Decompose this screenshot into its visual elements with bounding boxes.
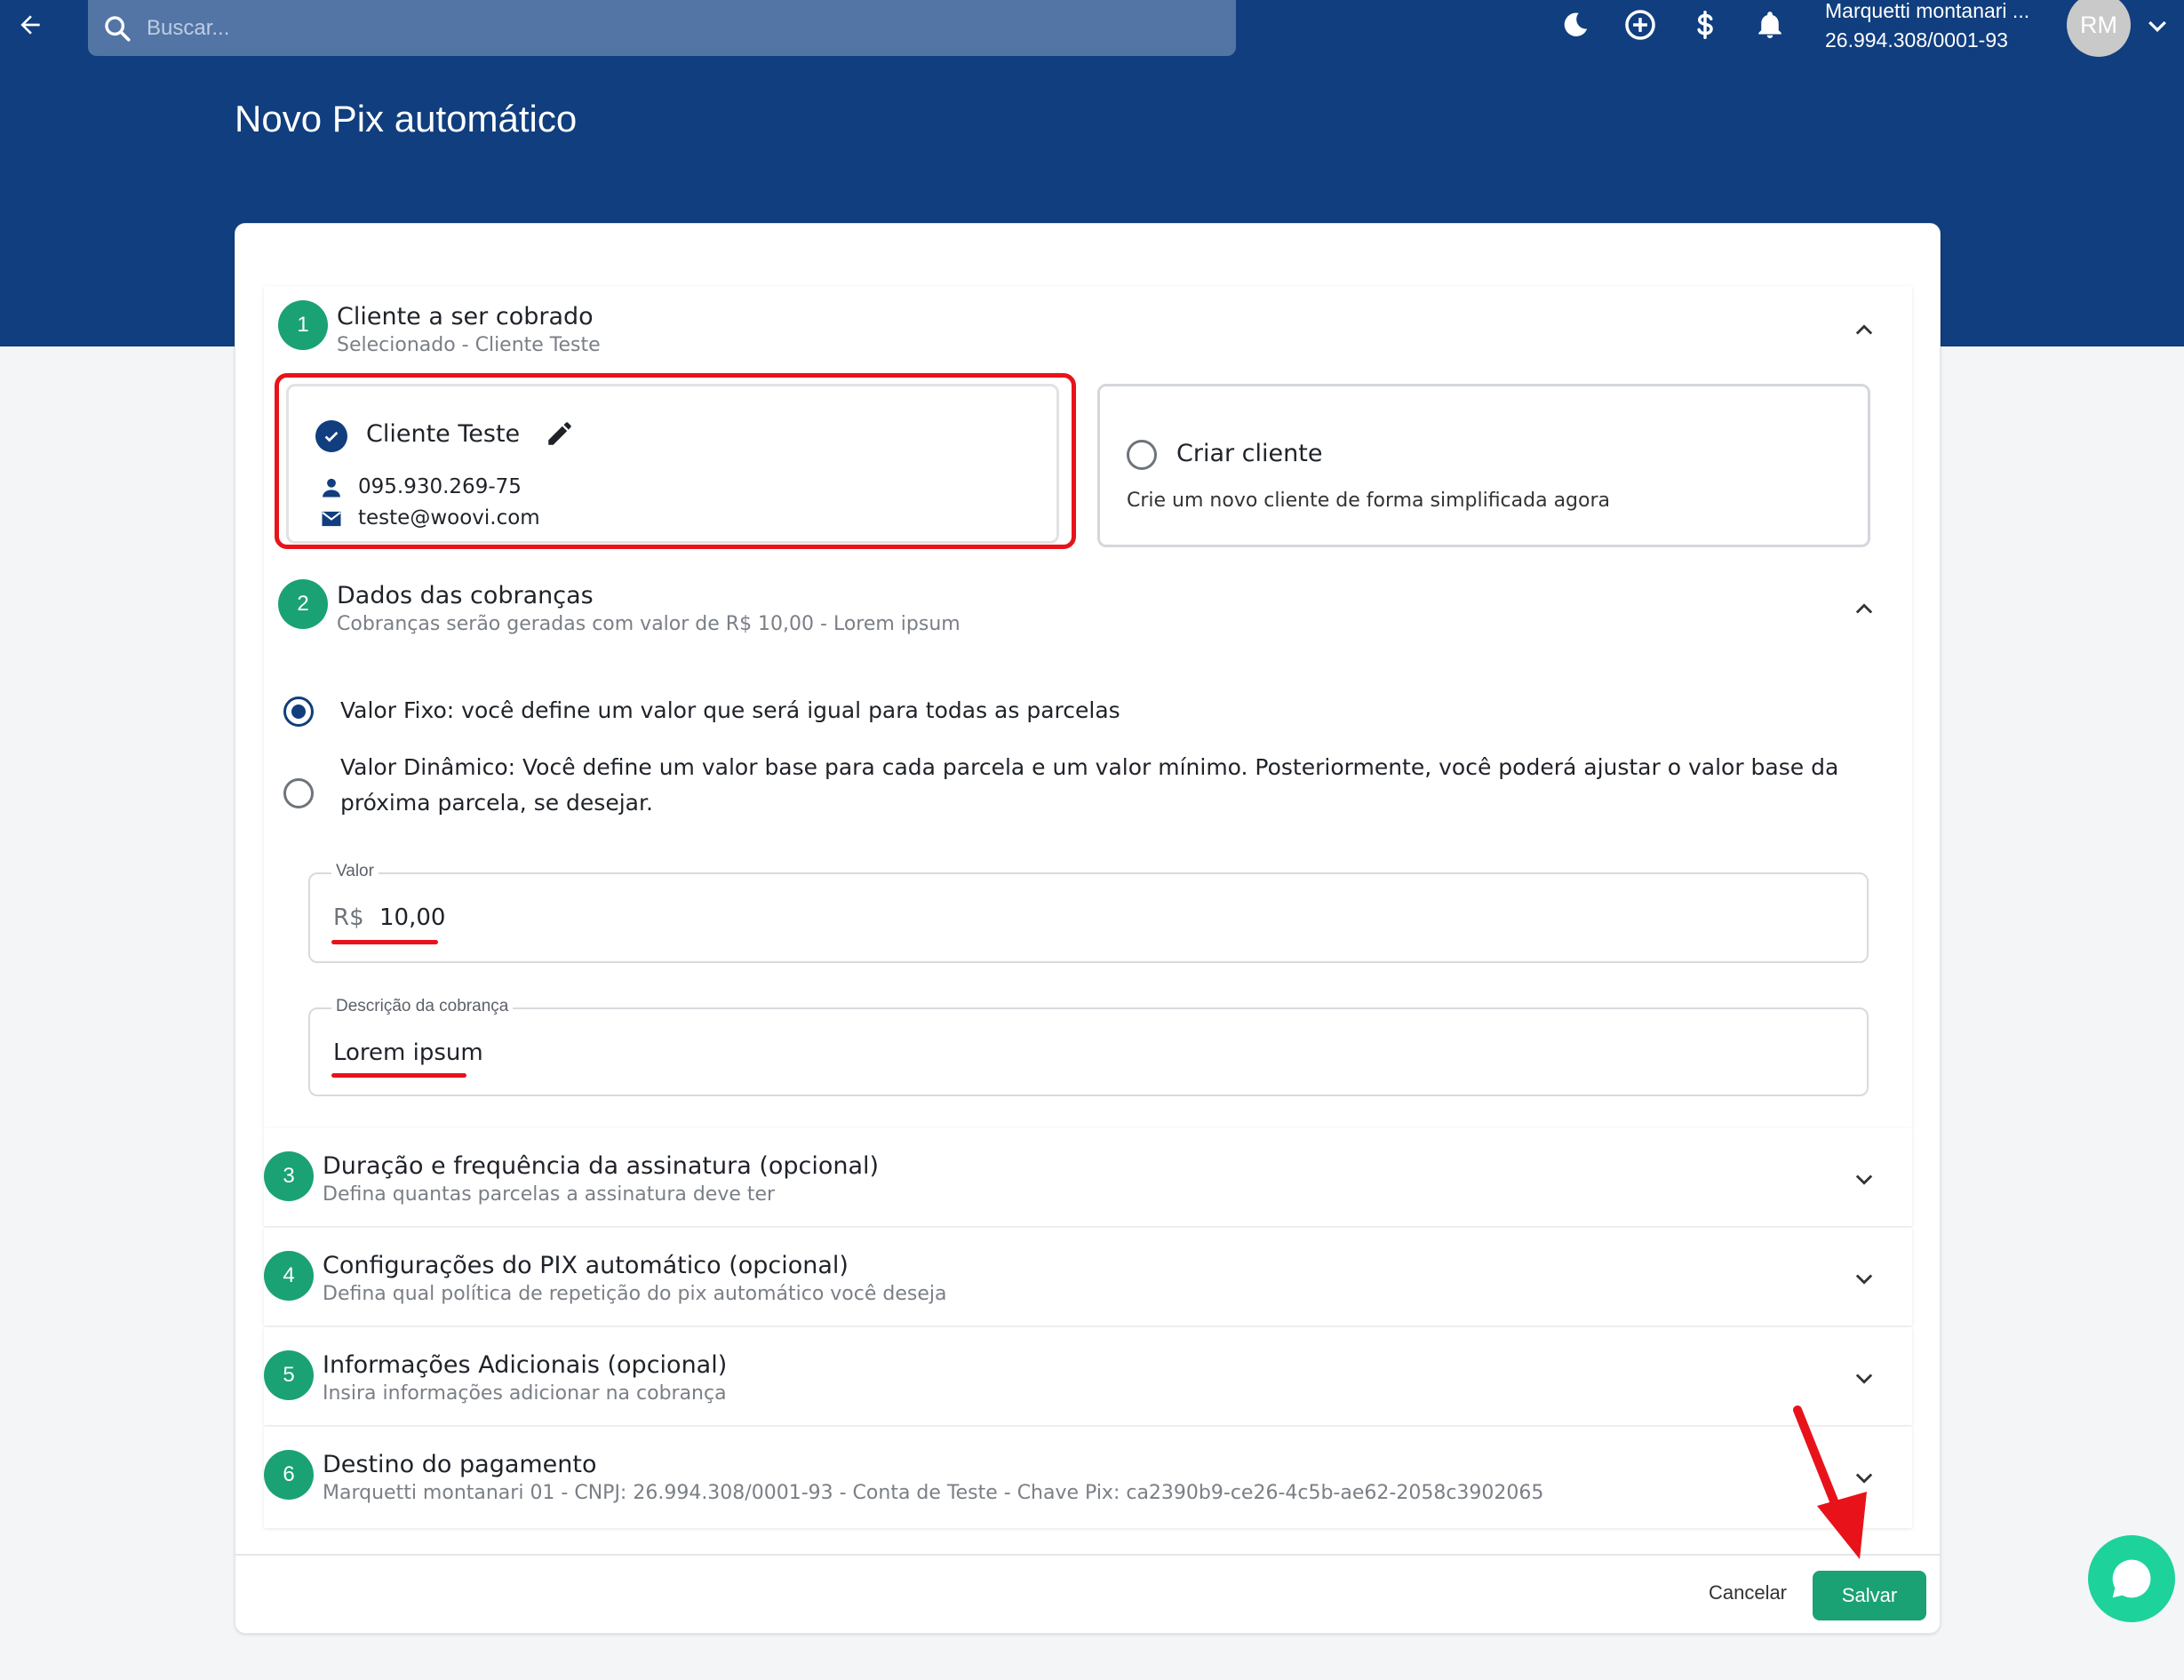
section-title: Informações Adicionais (opcional) [323, 1351, 728, 1379]
section-subtitle: Selecionado - Cliente Teste [337, 334, 601, 356]
chevron-down-icon[interactable] [1845, 1259, 1884, 1298]
dynamic-value-line-1: Valor Dinâmico: Você define um valor bas… [340, 754, 1839, 780]
footer-divider [235, 1554, 1940, 1556]
dollar-icon[interactable] [1686, 5, 1725, 44]
add-circle-icon[interactable] [1621, 5, 1660, 44]
fixed-value-radio[interactable] [283, 697, 314, 727]
step-number: 6 [264, 1450, 314, 1500]
search-input[interactable] [147, 15, 1168, 41]
section-duration[interactable]: 3 Duração e frequência da assinatura (op… [264, 1128, 1912, 1226]
value-field[interactable]: Valor R$ 10,00 [308, 862, 1869, 963]
section-title: Duração e frequência da assinatura (opci… [323, 1152, 880, 1180]
step-number: 5 [264, 1350, 314, 1400]
underline-annotation [331, 1073, 466, 1078]
section-subtitle: Marquetti montanari 01 - CNPJ: 26.994.30… [323, 1482, 1544, 1504]
section-title: Cliente a ser cobrado [337, 303, 594, 330]
section-subtitle: Defina qual política de repetição do pix… [323, 1283, 947, 1305]
create-client-description: Crie um novo cliente de forma simplifica… [1127, 490, 1611, 512]
fixed-value-option-label[interactable]: Valor Fixo: você define um valor que ser… [340, 697, 1120, 723]
section-payment-destination[interactable]: 6 Destino do pagamento Marquetti montana… [264, 1427, 1912, 1528]
client-name: Cliente Teste [366, 420, 521, 448]
section-title: Destino do pagamento [323, 1451, 597, 1478]
chevron-up-icon[interactable] [1845, 590, 1884, 629]
selected-client-card[interactable]: Cliente Teste 095.930.269-75 teste@woovi… [286, 384, 1059, 544]
description-field-label: Descrição da cobrança [331, 997, 514, 1016]
search-bar[interactable] [88, 0, 1236, 56]
back-arrow-icon[interactable] [11, 5, 50, 44]
account-info[interactable]: Marquetti montanari ... 26.994.308/0001-… [1825, 0, 2029, 52]
form-card: 1 Cliente a ser cobrado Selecionado - Cl… [235, 223, 1941, 1634]
section-additional-info[interactable]: 5 Informações Adicionais (opcional) Insi… [264, 1327, 1912, 1425]
value-input[interactable]: 10,00 [379, 904, 445, 931]
underline-annotation [331, 940, 438, 944]
dark-mode-moon-icon[interactable] [1556, 5, 1595, 44]
person-icon [319, 475, 344, 500]
currency-prefix: R$ [333, 904, 364, 931]
section-title: Configurações do PIX automático (opciona… [323, 1252, 849, 1279]
step-number: 3 [264, 1151, 314, 1201]
chevron-down-icon[interactable] [2140, 9, 2175, 44]
section-title: Dados das cobranças [337, 582, 594, 609]
chat-button[interactable] [2088, 1535, 2175, 1622]
create-client-radio[interactable] [1127, 440, 1157, 470]
section-client-and-charge: 1 Cliente a ser cobrado Selecionado - Cl… [264, 286, 1912, 1128]
section-subtitle: Defina quantas parcelas a assinatura dev… [323, 1183, 776, 1206]
account-name: Marquetti montanari ... [1825, 0, 2030, 22]
section-subtitle: Cobranças serão geradas com valor de R$ … [337, 613, 960, 635]
edit-pencil-icon[interactable] [545, 418, 577, 450]
account-document: 26.994.308/0001-93 [1825, 28, 2008, 52]
cancel-button[interactable]: Cancelar [1689, 1568, 1806, 1618]
dynamic-value-line-2: próxima parcela, se desejar. [340, 790, 653, 816]
client-email: teste@woovi.com [358, 506, 540, 529]
chevron-down-icon[interactable] [1845, 1358, 1884, 1397]
dynamic-value-radio[interactable] [283, 778, 314, 808]
mail-icon [319, 506, 344, 531]
value-field-label: Valor [331, 862, 379, 881]
page-title: Novo Pix automático [235, 98, 578, 139]
section-subtitle: Insira informações adicionar na cobrança [323, 1382, 727, 1405]
arrow-annotation [1793, 1405, 1867, 1559]
notification-bell-icon[interactable] [1750, 5, 1789, 44]
chevron-up-icon[interactable] [1845, 311, 1884, 350]
description-input[interactable]: Lorem ipsum [333, 1039, 483, 1066]
dynamic-value-option-label[interactable]: Valor Dinâmico: Você define um valor bas… [340, 750, 1838, 821]
check-circle-icon [315, 420, 347, 452]
description-field[interactable]: Descrição da cobrança Lorem ipsum [308, 997, 1869, 1096]
top-bar: Marquetti montanari ... 26.994.308/0001-… [0, 0, 2184, 57]
avatar[interactable]: RM [2067, 0, 2131, 57]
create-client-card[interactable]: Criar cliente Crie um novo cliente de fo… [1097, 384, 1870, 547]
chat-bubble-icon [2112, 1559, 2151, 1598]
save-button[interactable]: Salvar [1813, 1571, 1926, 1620]
search-icon [105, 15, 131, 42]
client-tax-id: 095.930.269-75 [358, 475, 522, 498]
chevron-down-icon[interactable] [1845, 1159, 1884, 1198]
step-number: 1 [278, 300, 328, 350]
step-number: 2 [278, 579, 328, 629]
section-pix-settings[interactable]: 4 Configurações do PIX automático (opcio… [264, 1228, 1912, 1326]
step-number: 4 [264, 1251, 314, 1301]
create-client-title: Criar cliente [1176, 440, 1323, 467]
